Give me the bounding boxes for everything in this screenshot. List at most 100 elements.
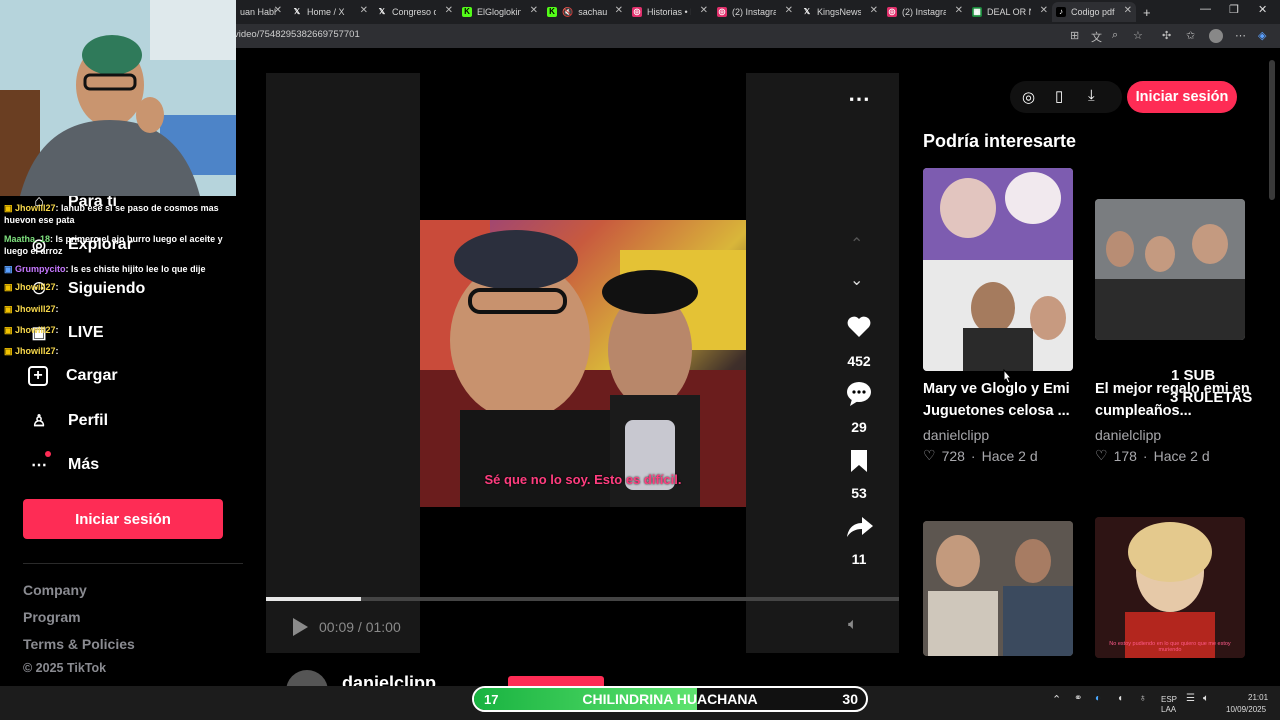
new-tab-button[interactable]: + [1139, 2, 1153, 22]
recommendation-meta: ♡ 178 · Hace 2 d [1095, 447, 1210, 464]
browser-tab[interactable]: ◎(2) Instagram✕ [883, 2, 967, 22]
zoom-icon[interactable]: ⌕ [1112, 29, 1118, 42]
close-tab-icon[interactable]: ✕ [615, 5, 623, 16]
close-tab-icon[interactable]: ✕ [785, 5, 793, 16]
webcam-image [0, 0, 236, 196]
clock-time[interactable]: 21:01 [1248, 693, 1268, 702]
recommendation-thumbnail[interactable] [923, 521, 1073, 656]
close-tab-icon[interactable]: ✕ [1040, 5, 1048, 16]
recommendation-thumbnail[interactable]: No estoy pudiendo en lo que quiero que m… [1095, 517, 1245, 658]
close-tab-icon[interactable]: ✕ [870, 5, 878, 16]
kick-icon: K [547, 7, 557, 17]
minimize-icon[interactable]: — [1200, 3, 1211, 15]
play-icon[interactable] [290, 616, 310, 638]
tray-app-icon[interactable]: ◐ [1095, 693, 1101, 704]
browser-tab[interactable]: ▦DEAL OR NO✕ [968, 2, 1052, 22]
heart-outline-icon: ♡ [923, 447, 936, 463]
bookmark-icon[interactable] [849, 449, 869, 473]
browser-tab-active[interactable]: ♪ Codigo pdf ✕ [1052, 2, 1136, 22]
close-tab-icon[interactable]: ✕ [700, 5, 708, 16]
recommendation-thumbnail[interactable] [923, 168, 1073, 371]
nav-item-cargar[interactable]: + Cargar [28, 366, 118, 386]
footer-terms[interactable]: Terms & Policies [23, 636, 135, 652]
thumbnail-image [923, 521, 1073, 656]
nav-item-mas[interactable]: ⋯ Más [28, 454, 99, 476]
header-login-button[interactable]: Iniciar sesión [1127, 81, 1237, 113]
tray-chevron-up-icon[interactable]: ⌃ [1052, 693, 1061, 706]
more-icon: ⋯ [31, 457, 47, 474]
recommendation-meta: ♡ 728 · Hace 2 d [923, 447, 1038, 464]
close-tab-icon[interactable]: ✕ [530, 5, 538, 16]
more-options-icon[interactable]: ⋯ [848, 86, 870, 112]
menu-dots-icon[interactable]: ⋯ [1235, 29, 1246, 42]
comment-icon[interactable] [846, 381, 872, 407]
mobile-icon[interactable]: ▯ [1055, 87, 1063, 105]
video-subtitle: Sé que no lo soy. Esto es difícil. [484, 472, 682, 487]
close-window-icon[interactable]: ✕ [1258, 3, 1267, 16]
recommendation-author[interactable]: danielclipp [923, 427, 989, 443]
browser-tab[interactable]: uan Habl ✕ [236, 2, 286, 22]
clock-date: 10/09/2025 [1226, 705, 1267, 714]
compass-icon[interactable]: ◎ [1022, 88, 1035, 106]
close-tab-icon[interactable]: ✕ [445, 5, 453, 16]
volume-icon[interactable]: 🔈︎ [848, 616, 858, 634]
profile-avatar-icon[interactable] [1209, 29, 1223, 43]
video-progress-bar[interactable] [266, 597, 899, 601]
share-icon[interactable] [846, 515, 874, 539]
chat-message: ▣ Jhowill27: [4, 346, 59, 356]
download-icon[interactable]: ⤓ [1088, 87, 1095, 104]
browser-tab[interactable]: 𝕏 KingsNews ✕ [798, 2, 882, 22]
video-frame[interactable]: Sé que no lo soy. Esto es difícil. [420, 220, 746, 507]
instagram-icon: ◎ [632, 7, 642, 17]
x-logo-icon: 𝕏 [293, 7, 301, 16]
url-field[interactable]: video/7548295382669757701 [234, 29, 360, 40]
top-actions: ◎ ▯ ⤓ [1010, 81, 1122, 113]
restore-icon[interactable]: ❐ [1229, 3, 1239, 16]
tray-speaker-icon[interactable]: 🔈︎ [1203, 693, 1209, 704]
muted-speaker-icon[interactable]: 🔇 [562, 7, 573, 18]
video-scene-image [420, 220, 746, 507]
page-scrollbar[interactable] [1269, 60, 1275, 200]
kick-icon: K [462, 7, 472, 17]
browser-tab[interactable]: ◎(2) Instagram✕ [713, 2, 797, 22]
mouse-cursor-icon [1003, 369, 1013, 384]
language-indicator[interactable]: ESP [1161, 695, 1177, 704]
author-name[interactable]: danielclipp [342, 673, 436, 686]
heart-icon[interactable] [846, 315, 872, 339]
follow-button[interactable] [508, 676, 604, 686]
browser-tab[interactable]: ◎ Historias • I ✕ [628, 2, 712, 22]
tray-network-icon[interactable]: ⚭ [1074, 693, 1082, 704]
nav-item-perfil[interactable]: ♙ Perfil [28, 410, 108, 432]
tray-audio-icon[interactable]: ◖ [1117, 693, 1123, 704]
recommendation-author[interactable]: danielclipp [1095, 427, 1161, 443]
app-available-icon[interactable]: ⊞ [1070, 29, 1079, 42]
recommendation-thumbnail[interactable] [1095, 199, 1245, 340]
extension-icon[interactable]: ✣ [1162, 29, 1171, 42]
copilot-icon[interactable]: ◈ [1258, 29, 1266, 42]
thumbnail-image [1095, 199, 1245, 340]
close-tab-icon[interactable]: ✕ [274, 5, 282, 16]
close-tab-icon[interactable]: ✕ [1124, 5, 1132, 16]
close-tab-icon[interactable]: ✕ [955, 5, 963, 16]
sidebar-login-button[interactable]: Iniciar sesión [23, 499, 223, 539]
video-progress-fill [266, 597, 361, 601]
close-tab-icon[interactable]: ✕ [360, 5, 368, 16]
thumbnail-image [923, 168, 1073, 371]
browser-tab[interactable]: K 🔇 sachau ✕ [543, 2, 627, 22]
thumbnail-image [1095, 517, 1245, 658]
footer-program[interactable]: Program [23, 609, 81, 625]
chevron-down-icon[interactable]: ⌄ [850, 270, 863, 290]
footer-company[interactable]: Company [23, 582, 87, 598]
browser-tab[interactable]: KElGlogloking✕ [458, 2, 542, 22]
browser-tab[interactable]: 𝕏 Home / X ✕ [288, 2, 372, 22]
tray-mic-icon[interactable]: ♁ [1139, 693, 1147, 704]
browser-tab[interactable]: 𝕏 Congreso d ✕ [373, 2, 457, 22]
recommendations-heading: Podría interesarte [923, 131, 1077, 151]
favorites-icon[interactable]: ✩ [1186, 29, 1195, 42]
screen: uan Habl ✕ 𝕏 Home / X ✕ 𝕏 Congreso d ✕ K ElGlo… [0, 0, 1280, 720]
translate-icon[interactable]: 文 [1091, 29, 1102, 45]
heart-outline-icon: ♡ [1095, 447, 1108, 463]
favorite-star-icon[interactable]: ☆ [1133, 29, 1143, 42]
chevron-up-icon[interactable]: ⌃ [850, 234, 863, 254]
tray-wifi-icon[interactable]: ☰ [1186, 693, 1195, 704]
